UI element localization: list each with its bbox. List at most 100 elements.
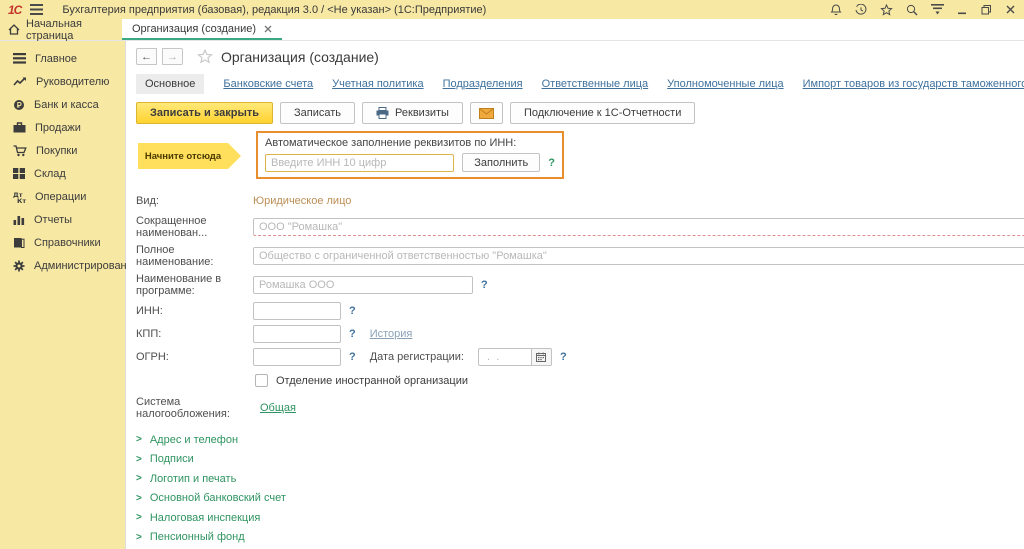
- program-name-help-link[interactable]: ?: [481, 279, 488, 291]
- form-organization-create: ← → Организация (создание) Основное: [126, 41, 1024, 549]
- sidebar-item-manager[interactable]: Руководителю: [0, 70, 125, 93]
- ogrn-input[interactable]: [253, 348, 341, 366]
- reg-date-input[interactable]: [478, 348, 532, 366]
- requisites-button[interactable]: Реквизиты: [362, 102, 463, 124]
- kpp-help-link[interactable]: ?: [349, 328, 356, 340]
- inn-help-link[interactable]: ?: [349, 305, 356, 317]
- sidebar-item-main[interactable]: Главное: [0, 47, 125, 70]
- history-link[interactable]: История: [370, 328, 413, 340]
- tab-responsible-persons[interactable]: Ответственные лица: [542, 78, 649, 90]
- short-name-input[interactable]: [253, 218, 1024, 236]
- cart-icon: [13, 145, 27, 157]
- tax-system-value-link[interactable]: Общая: [260, 402, 296, 414]
- sidebar-item-sales[interactable]: Продажи: [0, 116, 125, 139]
- reg-date-label: Дата регистрации:: [370, 351, 464, 363]
- ogrn-help-link[interactable]: ?: [349, 351, 356, 363]
- short-name-label: Сокращенное наименован...: [136, 215, 253, 239]
- section-pension-fund[interactable]: >Пенсионный фонд: [136, 528, 1024, 548]
- star-icon[interactable]: [880, 4, 893, 16]
- reg-date-help-link[interactable]: ?: [560, 351, 567, 363]
- full-name-label: Полное наименование:: [136, 244, 253, 268]
- dt-kt-icon: ДтКт: [13, 191, 26, 203]
- chevron-right-icon: >: [136, 532, 142, 543]
- inn-autofill-input[interactable]: [265, 154, 454, 172]
- tax-system-label: Система налогообложения:: [136, 396, 260, 420]
- tab-authorized-persons[interactable]: Уполномоченные лица: [667, 78, 783, 90]
- collapsible-sections: >Адрес и телефон >Подписи >Логотип и печ…: [136, 430, 1024, 549]
- menu-caret-icon[interactable]: [931, 4, 944, 15]
- auto-fill-label: Автоматическое заполнение реквизитов по …: [265, 137, 555, 149]
- sidebar-item-administration[interactable]: Администрирование: [0, 254, 125, 277]
- auto-fill-inn-panel: Автоматическое заполнение реквизитов по …: [256, 131, 564, 179]
- form-navigation: Основное Банковские счета Учетная полити…: [136, 74, 1024, 94]
- envelope-button[interactable]: [470, 102, 503, 124]
- menu-lines-icon: [13, 53, 26, 64]
- search-icon[interactable]: [906, 4, 918, 16]
- tab-accounting-policy[interactable]: Учетная политика: [332, 78, 423, 90]
- window-titlebar: 1С Бухгалтерия предприятия (базовая), ре…: [0, 0, 1024, 19]
- sidebar-item-operations[interactable]: ДтКт Операции: [0, 185, 125, 208]
- books-icon: [13, 237, 25, 248]
- forward-button[interactable]: →: [162, 48, 183, 65]
- tab-departments[interactable]: Подразделения: [443, 78, 523, 90]
- tab-main[interactable]: Основное: [136, 74, 204, 94]
- section-address-phone[interactable]: >Адрес и телефон: [136, 430, 1024, 450]
- briefcase-icon: [13, 122, 26, 133]
- program-name-label: Наименование в программе:: [136, 273, 253, 297]
- page-title: Организация (создание): [221, 49, 379, 65]
- tab-organization-create[interactable]: Организация (создание): [122, 19, 282, 40]
- minimize-icon[interactable]: [957, 4, 968, 15]
- chevron-right-icon: >: [136, 434, 142, 445]
- tab-import-goods[interactable]: Импорт товаров из государств таможенного…: [803, 78, 1024, 90]
- fill-help-link[interactable]: ?: [548, 157, 555, 169]
- chevron-right-icon: >: [136, 512, 142, 523]
- trend-icon: [13, 76, 27, 87]
- sidebar-item-warehouse[interactable]: Склад: [0, 162, 125, 185]
- start-here-arrow: Начните отсюда: [138, 143, 228, 169]
- fill-button[interactable]: Заполнить: [462, 153, 540, 172]
- hamburger-menu-icon[interactable]: [30, 4, 43, 15]
- window-title: Бухгалтерия предприятия (базовая), редак…: [62, 4, 821, 16]
- bell-icon[interactable]: [830, 4, 842, 16]
- sidebar-item-reports[interactable]: Отчеты: [0, 208, 125, 231]
- sidebar-item-directories[interactable]: Справочники: [0, 231, 125, 254]
- inn-input[interactable]: [253, 302, 341, 320]
- save-and-close-button[interactable]: Записать и закрыть: [136, 102, 273, 124]
- home-page-tab[interactable]: Начальная страница: [0, 19, 122, 40]
- section-main-bank-account[interactable]: >Основной банковский счет: [136, 489, 1024, 509]
- sidebar-item-bank-cash[interactable]: Банк и касса: [0, 93, 125, 116]
- full-name-input[interactable]: [253, 247, 1024, 265]
- calendar-icon[interactable]: [532, 348, 552, 366]
- connect-1c-reporting-button[interactable]: Подключение к 1С-Отчетности: [510, 102, 695, 124]
- maximize-icon[interactable]: [981, 4, 992, 15]
- favorite-star-icon[interactable]: [197, 49, 213, 64]
- gear-icon: [13, 260, 25, 272]
- home-icon: [8, 24, 20, 35]
- sidebar-item-purchases[interactable]: Покупки: [0, 139, 125, 162]
- kind-value-link[interactable]: Юридическое лицо: [253, 195, 351, 207]
- foreign-org-checkbox-label[interactable]: Отделение иностранной организации: [276, 375, 468, 387]
- program-name-input[interactable]: [253, 276, 473, 294]
- form-toolbar: Записать и закрыть Записать Реквизиты По…: [136, 102, 1024, 124]
- section-logo-seal[interactable]: >Логотип и печать: [136, 469, 1024, 489]
- kpp-input[interactable]: [253, 325, 341, 343]
- save-button[interactable]: Записать: [280, 102, 355, 124]
- tab-bar: Начальная страница Организация (создание…: [0, 19, 1024, 41]
- history-icon[interactable]: [855, 4, 867, 16]
- coin-icon: [13, 99, 25, 111]
- envelope-icon: [479, 108, 494, 119]
- back-button[interactable]: ←: [136, 48, 157, 65]
- tab-bank-accounts[interactable]: Банковские счета: [223, 78, 313, 90]
- doc-tab-label: Организация (создание): [132, 23, 256, 35]
- inn-label: ИНН:: [136, 305, 253, 317]
- section-panel: Главное Руководителю Банк и касса Продаж…: [0, 41, 126, 549]
- foreign-org-checkbox[interactable]: [255, 374, 268, 387]
- printer-icon: [376, 107, 389, 119]
- close-icon[interactable]: [1005, 4, 1016, 15]
- chevron-right-icon: >: [136, 473, 142, 484]
- tab-close-icon[interactable]: [264, 25, 272, 33]
- home-tab-label: Начальная страница: [26, 18, 122, 42]
- bar-chart-icon: [13, 214, 25, 225]
- section-tax-inspection[interactable]: >Налоговая инспекция: [136, 508, 1024, 528]
- section-signatures[interactable]: >Подписи: [136, 450, 1024, 470]
